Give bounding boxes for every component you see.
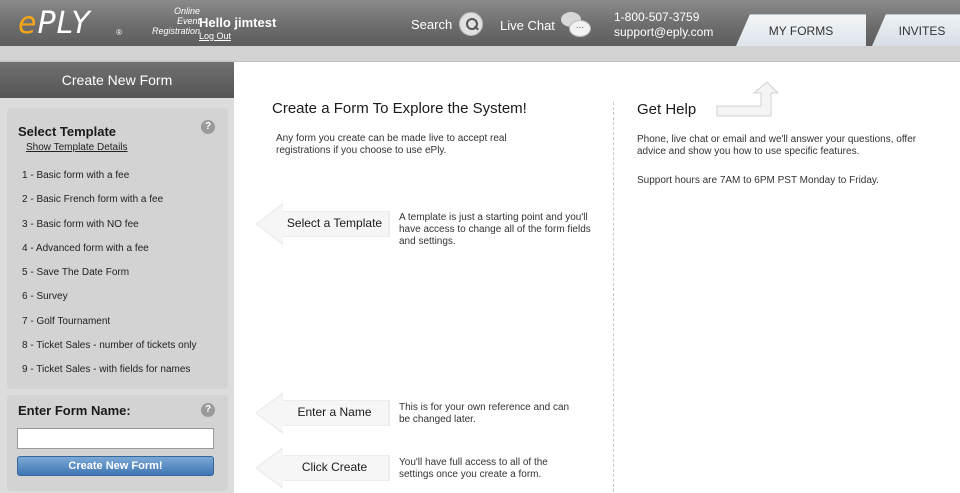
select-template-panel: Select Template ? Show Template Details … — [7, 108, 228, 389]
support-phone: 1-800-507-3759 — [614, 10, 700, 24]
search-button[interactable]: Search — [411, 12, 484, 36]
support-hours: Support hours are 7AM to 6PM PST Monday … — [637, 175, 879, 186]
logo-wordmark: ePLY — [18, 6, 91, 41]
template-option-1[interactable]: 1 - Basic form with a fee — [22, 164, 197, 188]
tab-my-forms[interactable]: MY FORMS — [736, 14, 866, 46]
search-label: Search — [411, 16, 453, 32]
get-help-text: Phone, live chat or email and we'll answ… — [637, 134, 917, 157]
create-form-sidebar: Create New Form Select Template ? Show T… — [0, 62, 234, 493]
template-list: 1 - Basic form with a fee 2 - Basic Fren… — [22, 164, 197, 383]
logo-tagline: Online Event Registration — [151, 6, 200, 36]
form-name-input[interactable] — [17, 428, 214, 449]
form-name-title: Enter Form Name: — [18, 403, 131, 418]
up-arrow-icon — [716, 81, 778, 117]
template-option-9[interactable]: 9 - Ticket Sales - with fields for names — [22, 358, 197, 382]
support-email[interactable]: support@eply.com — [614, 25, 713, 40]
step-label: Enter a Name — [297, 405, 372, 419]
step-description: This is for your own reference and can b… — [399, 402, 570, 425]
registered-mark: ® — [116, 28, 122, 37]
template-option-7[interactable]: 7 - Golf Tournament — [22, 310, 197, 334]
user-greeting: Hello jimtest — [199, 15, 277, 30]
chat-bubble-icon: ... — [559, 12, 593, 38]
live-chat-button[interactable]: Live Chat ... — [500, 12, 593, 38]
step-description: You'll have full access to all of the se… — [399, 457, 548, 480]
step-click-create: Click Create — [255, 447, 390, 489]
step-label: Select a Template — [286, 216, 383, 230]
show-template-details-link[interactable]: Show Template Details — [26, 142, 128, 153]
top-header: ePLY ® Online Event Registration Hello j… — [0, 0, 960, 46]
header-band — [0, 46, 960, 62]
explore-title: Create a Form To Explore the System! — [272, 100, 527, 117]
live-chat-label: Live Chat — [500, 17, 555, 33]
support-contact: 1-800-507-3759 support@eply.com — [614, 10, 713, 40]
logout-link[interactable]: Log Out — [199, 31, 231, 41]
template-option-4[interactable]: 4 - Advanced form with a fee — [22, 237, 197, 261]
help-icon[interactable]: ? — [201, 403, 215, 417]
explore-text: Any form you create can be made live to … — [276, 133, 507, 156]
tab-invites[interactable]: INVITES — [872, 14, 960, 46]
help-icon[interactable]: ? — [201, 120, 215, 134]
get-help-title: Get Help — [637, 101, 697, 118]
template-option-2[interactable]: 2 - Basic French form with a fee — [22, 188, 197, 212]
step-enter-name: Enter a Name — [255, 392, 390, 434]
column-divider — [613, 102, 614, 492]
step-label: Click Create — [301, 460, 368, 474]
form-name-panel: Enter Form Name: ? Create New Form! — [7, 395, 228, 491]
template-option-8[interactable]: 8 - Ticket Sales - number of tickets onl… — [22, 334, 197, 358]
template-option-6[interactable]: 6 - Survey — [22, 285, 197, 309]
step-select-template: Select a Template — [255, 203, 390, 245]
step-description: A template is just a starting point and … — [399, 212, 591, 247]
select-template-title: Select Template — [18, 124, 117, 139]
eply-logo[interactable]: ePLY ® Online Event Registration — [18, 6, 200, 41]
template-option-5[interactable]: 5 - Save The Date Form — [22, 261, 197, 285]
template-option-3[interactable]: 3 - Basic form with NO fee — [22, 213, 197, 237]
sidebar-title: Create New Form — [0, 62, 234, 98]
search-icon — [459, 12, 484, 36]
create-new-form-button[interactable]: Create New Form! — [17, 456, 214, 476]
